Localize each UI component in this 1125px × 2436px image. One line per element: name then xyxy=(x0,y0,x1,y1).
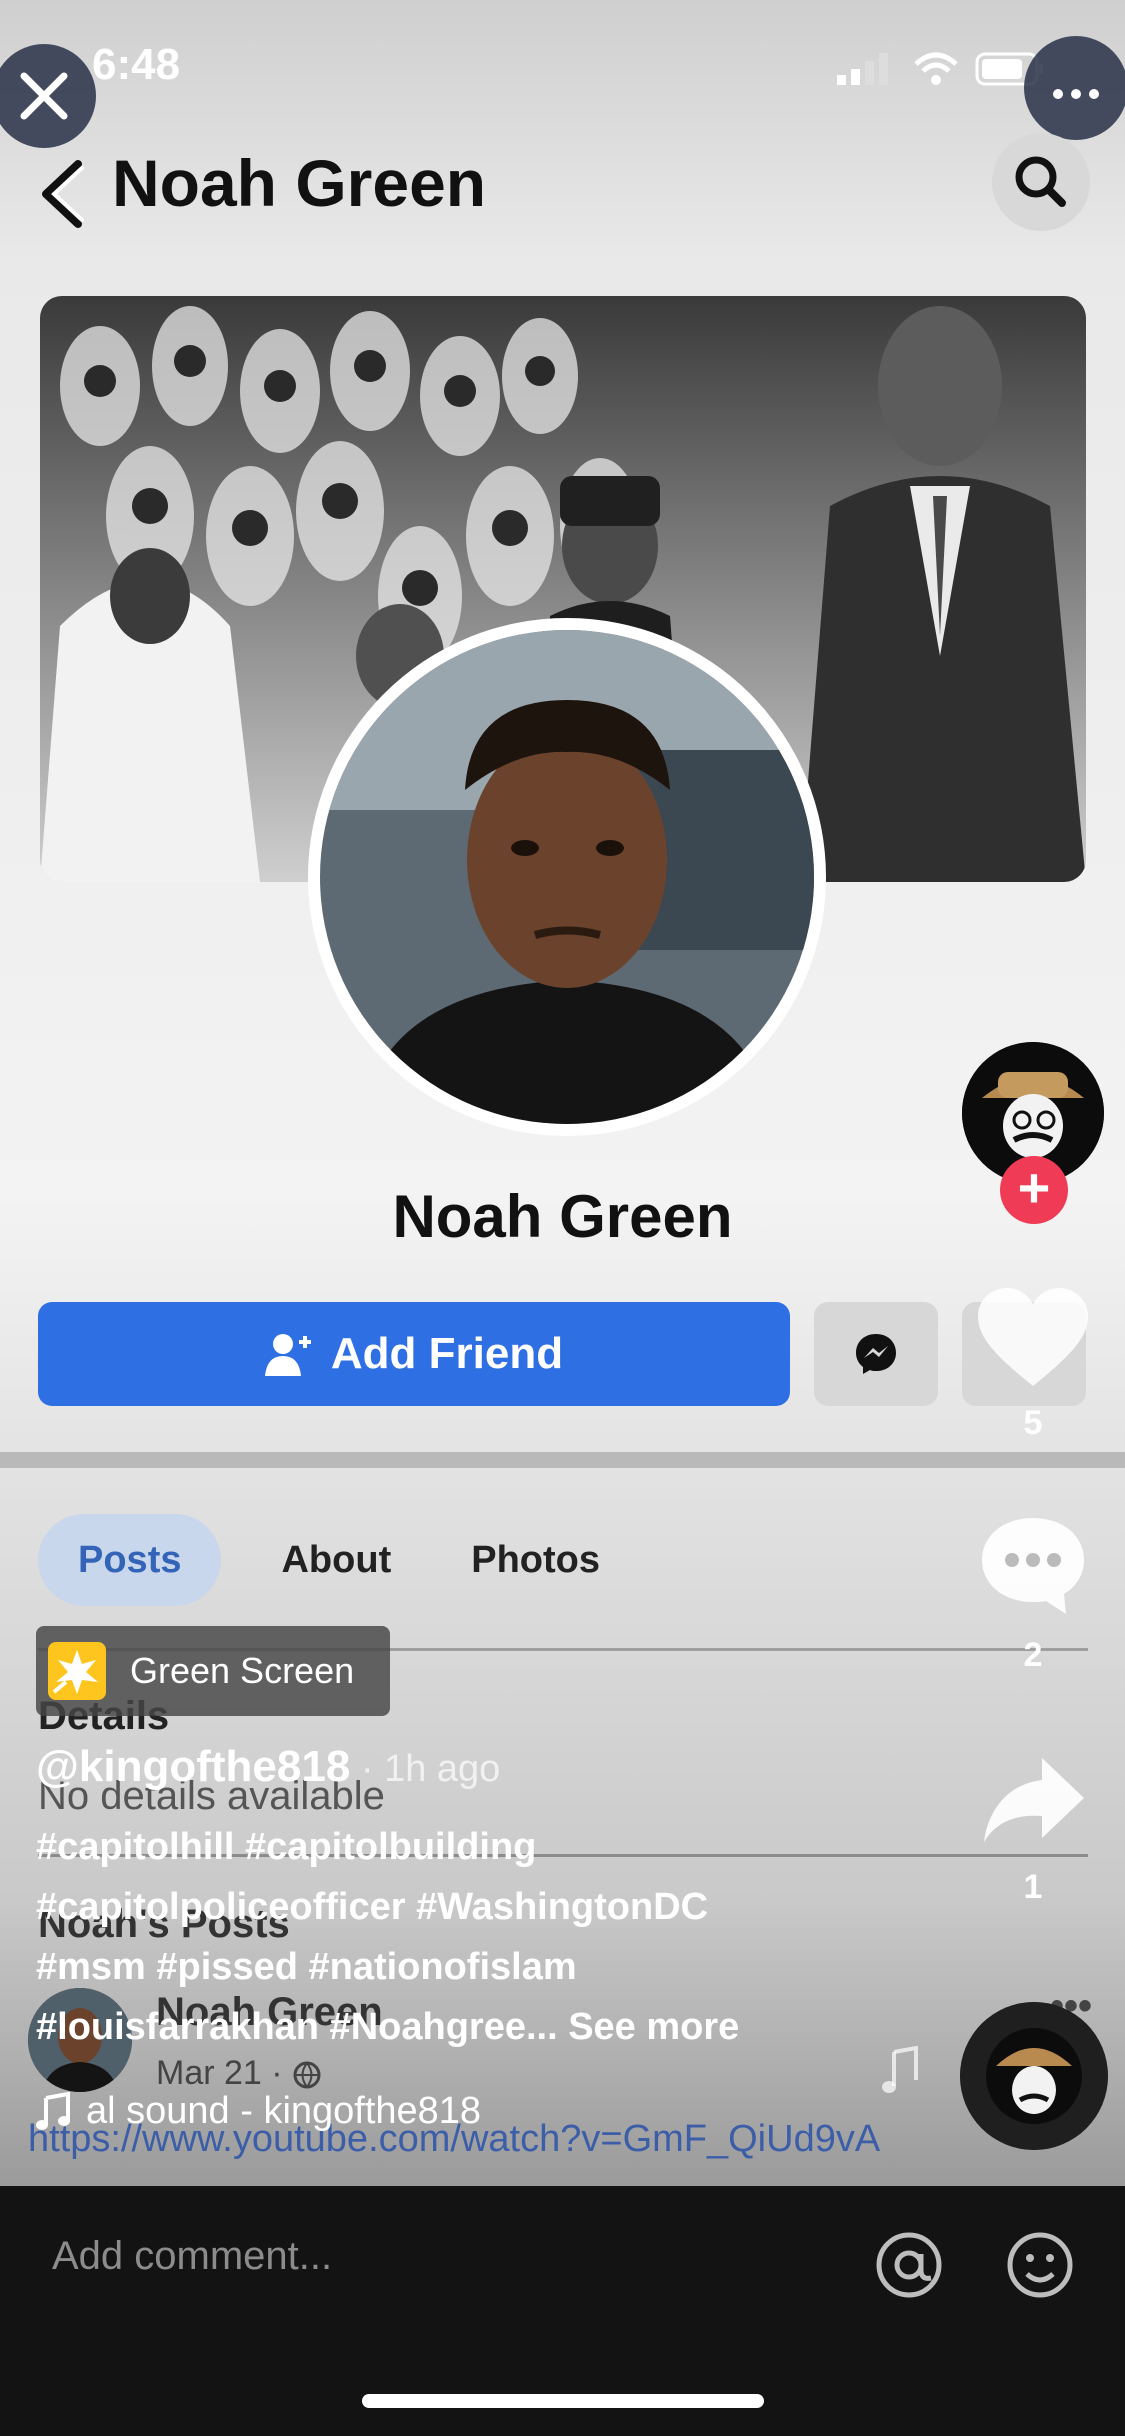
music-note-icon xyxy=(882,2046,918,2093)
music-note-icon xyxy=(36,2091,70,2130)
search-icon xyxy=(1015,156,1066,207)
home-indicator xyxy=(362,2394,764,2408)
share-icon[interactable] xyxy=(980,1754,1088,1846)
caption-line-last: #louisfarrakhan #Noahgree... See more xyxy=(36,2006,739,2049)
sound-row[interactable]: al sound - kingofthe818 xyxy=(36,2090,481,2133)
caption-line[interactable]: #louisfarrakhan #Noahgree... xyxy=(36,2006,558,2048)
comment-input[interactable]: Add comment... xyxy=(52,2234,332,2279)
profile-picture[interactable] xyxy=(320,630,814,1124)
heart-icon[interactable] xyxy=(976,1286,1090,1390)
post-date-text: Mar 21 · xyxy=(156,2054,293,2092)
post-date: Mar 21 · xyxy=(156,2054,322,2093)
caption-line[interactable]: #capitolpoliceofficer #WashingtonDC xyxy=(36,1886,708,1929)
emoji-icon[interactable] xyxy=(1005,2230,1075,2300)
comment-count: 2 xyxy=(1023,1636,1043,1674)
tab-photos[interactable]: Photos xyxy=(431,1514,640,1606)
signal-icon xyxy=(837,53,888,85)
caption-line[interactable]: #msm #pissed #nationofislam xyxy=(36,1946,577,1989)
search-button[interactable] xyxy=(992,133,1090,231)
close-icon xyxy=(20,72,68,120)
more-icon xyxy=(1053,89,1099,99)
tab-about[interactable]: About xyxy=(241,1514,431,1606)
back-icon[interactable] xyxy=(38,158,94,230)
messenger-icon xyxy=(856,1334,896,1374)
comment-icon[interactable] xyxy=(978,1514,1088,1616)
status-time: 6:48 xyxy=(92,40,181,89)
effect-badge[interactable]: Green Screen xyxy=(36,1626,390,1716)
add-friend-icon xyxy=(264,1334,311,1376)
more-options-button[interactable] xyxy=(1024,36,1125,140)
sound-name: al sound - kingofthe818 xyxy=(86,2090,482,2132)
divider xyxy=(0,1452,1125,1468)
caption-line[interactable]: #capitolhill #capitolbuilding xyxy=(36,1826,536,1869)
tab-posts[interactable]: Posts xyxy=(38,1514,222,1606)
message-button[interactable] xyxy=(814,1302,938,1406)
add-friend-label: Add Friend xyxy=(330,1329,564,1378)
follow-button[interactable]: + xyxy=(1000,1156,1068,1224)
profile-tabs: Posts About Photos xyxy=(38,1514,640,1606)
wifi-icon xyxy=(914,52,958,85)
profile-name: Noah Green xyxy=(392,1183,733,1250)
close-button[interactable] xyxy=(0,44,96,148)
like-count: 5 xyxy=(1023,1404,1043,1442)
add-friend-button[interactable]: Add Friend xyxy=(38,1302,790,1406)
effect-label: Green Screen xyxy=(130,1650,355,1691)
at-icon[interactable] xyxy=(874,2230,944,2300)
post-time: · 1h ago xyxy=(350,1748,501,1790)
share-count: 1 xyxy=(1023,1868,1043,1906)
page-title: Noah Green xyxy=(112,146,487,220)
screen: 6:48 Noah Green Noah Green Add Friend Po… xyxy=(0,0,1125,2436)
creator-username[interactable]: @kingofthe818 xyxy=(36,1742,350,1791)
status-icons xyxy=(837,52,1045,86)
globe-icon xyxy=(293,2061,321,2089)
creator-username-line: @kingofthe818 · 1h ago xyxy=(36,1742,500,1792)
sound-disc[interactable] xyxy=(960,2002,1108,2150)
green-screen-effect-icon xyxy=(48,1642,106,1700)
see-more-link[interactable]: See more xyxy=(558,2006,739,2048)
profile-picture-frame xyxy=(308,618,826,1136)
